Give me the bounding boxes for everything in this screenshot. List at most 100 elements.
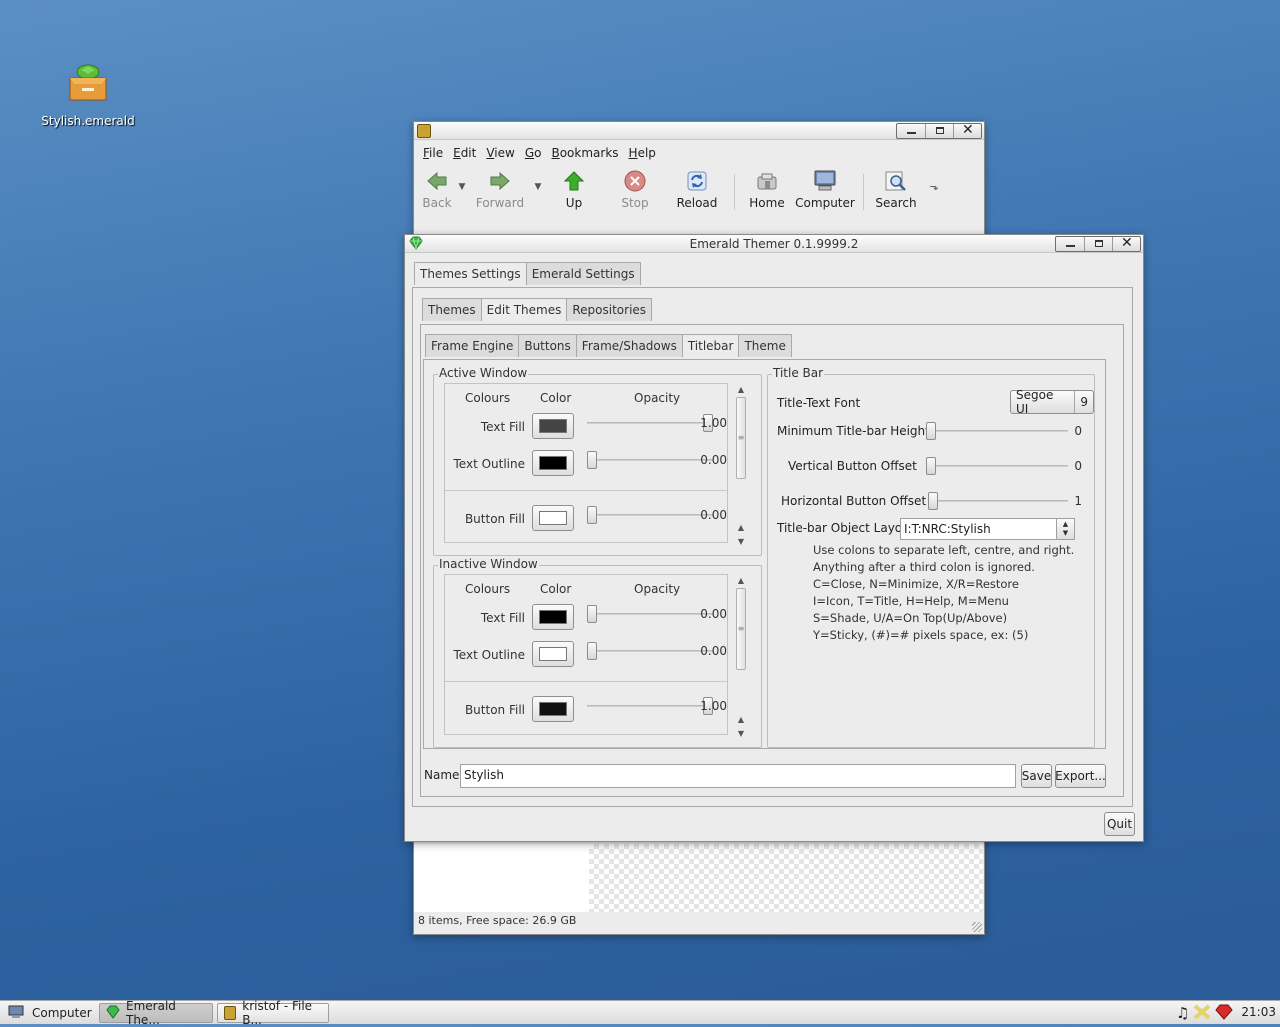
tab-theme[interactable]: Theme xyxy=(738,334,792,357)
ruby-gem-icon[interactable] xyxy=(1215,1004,1234,1023)
slider-knob[interactable] xyxy=(587,451,597,469)
computer-menu-button[interactable]: Computer xyxy=(2,1003,98,1023)
active-window-scrollbar[interactable]: ▲ ▲ ▼ xyxy=(734,383,748,546)
menu-go[interactable]: Go xyxy=(520,146,547,166)
tab-frame-shadows[interactable]: Frame/Shadows xyxy=(575,334,683,357)
slider-knob[interactable] xyxy=(587,605,597,623)
minimize-button[interactable] xyxy=(897,124,925,138)
horizontal-button-offset-slider[interactable] xyxy=(928,491,1068,511)
opacity-value: 1.00 xyxy=(700,416,727,430)
file-browser-content[interactable] xyxy=(589,844,983,912)
maximize-button[interactable] xyxy=(1084,237,1112,251)
music-note-icon[interactable]: ♫ xyxy=(1176,1004,1189,1022)
maximize-button[interactable] xyxy=(925,124,953,138)
title-font-button[interactable]: Segoe UI 9 xyxy=(1010,388,1094,416)
task-label: Emerald The... xyxy=(126,999,176,1027)
button-fill-color-button[interactable] xyxy=(532,505,574,531)
text-outline-opacity-slider[interactable] xyxy=(587,641,713,661)
close-button[interactable]: ✕ xyxy=(953,122,981,138)
row-label: Button Fill xyxy=(464,703,525,717)
toolbar-overflow-icon[interactable]: ⬎ xyxy=(922,170,946,193)
title-text-font-label: Title-Text Font xyxy=(777,396,861,410)
computer-button[interactable]: Computer xyxy=(793,170,857,210)
back-button[interactable]: Back xyxy=(418,170,456,210)
text-outline-color-button[interactable] xyxy=(532,641,574,667)
minimize-button[interactable] xyxy=(1056,237,1084,251)
file-browser-titlebar[interactable]: ✕ xyxy=(414,122,984,140)
active-window-group: Active Window Colours Color Opacity Text… xyxy=(433,366,762,556)
min-titlebar-height-slider[interactable] xyxy=(926,421,1068,441)
button-fill-color-button[interactable] xyxy=(532,696,574,722)
stop-button[interactable]: Stop xyxy=(604,170,666,210)
button-fill-opacity-slider[interactable] xyxy=(587,505,713,525)
row-label: Button Fill xyxy=(464,512,525,526)
text-outline-opacity-slider[interactable] xyxy=(587,450,713,470)
tab-emerald-settings[interactable]: Emerald Settings xyxy=(525,262,641,285)
text-fill-color-button[interactable] xyxy=(532,413,574,439)
search-button[interactable]: Search xyxy=(870,170,922,210)
text-fill-opacity-slider[interactable] xyxy=(587,413,713,433)
up-button[interactable]: Up xyxy=(544,170,604,210)
menu-file[interactable]: File xyxy=(418,146,448,166)
quit-button[interactable]: Quit xyxy=(1104,812,1135,836)
forward-button[interactable]: Forward xyxy=(468,170,532,210)
button-fill-opacity-slider[interactable] xyxy=(587,696,713,716)
save-button[interactable]: Save xyxy=(1021,764,1052,788)
emerald-gem-icon xyxy=(106,1005,120,1022)
task-emerald-themer[interactable]: Emerald The... xyxy=(99,999,213,1027)
emerald-window-title: Emerald Themer 0.1.9999.2 xyxy=(689,237,859,251)
desktop-icon-stylish-emerald[interactable]: Stylish.emerald xyxy=(40,60,136,128)
close-button[interactable]: ✕ xyxy=(1112,235,1140,251)
reload-button[interactable]: Reload xyxy=(666,170,728,210)
task-file-browser[interactable]: kristof - File B... xyxy=(217,999,329,1027)
help-line: I=Icon, T=Title, H=Help, M=Menu xyxy=(813,594,1009,608)
titlebar-object-layout-input[interactable]: I:T:NRC:Stylish xyxy=(900,518,1057,540)
tab-titlebar[interactable]: Titlebar xyxy=(681,334,740,357)
color-swatch xyxy=(539,511,567,525)
menu-bookmarks[interactable]: Bookmarks xyxy=(546,146,623,166)
tab-frame-engine[interactable]: Frame Engine xyxy=(425,334,520,357)
scroll-up-icon[interactable]: ▲ xyxy=(734,574,748,588)
menu-view[interactable]: View xyxy=(481,146,519,166)
scroll-thumb[interactable] xyxy=(736,397,746,479)
scroll-down-icon[interactable]: ▼ xyxy=(734,535,748,549)
text-fill-opacity-slider[interactable] xyxy=(587,604,713,624)
slider-knob[interactable] xyxy=(587,642,597,660)
scroll-up-icon[interactable]: ▲ xyxy=(734,521,748,535)
slider-knob[interactable] xyxy=(928,492,938,510)
scroll-thumb[interactable] xyxy=(736,588,746,670)
help-line: S=Shade, U/A=On Top(Up/Above) xyxy=(813,611,1008,625)
compiz-icon[interactable] xyxy=(1193,1003,1211,1023)
titlebar-object-layout-label: Title-bar Object Layout xyxy=(777,521,915,535)
row-label: Text Fill xyxy=(480,420,525,434)
row-label: Text Outline xyxy=(453,457,526,471)
export-button[interactable]: Export... xyxy=(1055,764,1106,788)
resize-grip-icon[interactable] xyxy=(972,922,982,932)
text-fill-color-button[interactable] xyxy=(532,604,574,630)
slider-knob[interactable] xyxy=(926,422,936,440)
scroll-up-icon[interactable]: ▲ xyxy=(734,713,748,727)
forward-history-dropdown-icon[interactable]: ▼ xyxy=(532,170,544,192)
titlebar-panel: Active Window Colours Color Opacity Text… xyxy=(423,359,1106,749)
slider-knob[interactable] xyxy=(926,457,936,475)
menu-help[interactable]: Help xyxy=(624,146,661,166)
scroll-down-icon[interactable]: ▼ xyxy=(734,727,748,741)
menu-edit[interactable]: Edit xyxy=(448,146,481,166)
text-outline-color-button[interactable] xyxy=(532,450,574,476)
slider-knob[interactable] xyxy=(587,506,597,524)
tab-themes[interactable]: Themes xyxy=(422,298,482,321)
tab-themes-settings[interactable]: Themes Settings xyxy=(414,262,527,285)
home-button[interactable]: Home xyxy=(741,170,793,210)
tab-edit-themes[interactable]: Edit Themes xyxy=(480,298,568,321)
back-history-dropdown-icon[interactable]: ▼ xyxy=(456,170,468,192)
inactive-window-scrollbar[interactable]: ▲ ▲ ▼ xyxy=(734,574,748,738)
stop-label: Stop xyxy=(621,196,649,210)
file-browser-status: 8 items, Free space: 26.9 GB xyxy=(418,914,577,927)
scroll-up-icon[interactable]: ▲ xyxy=(734,383,748,397)
vertical-button-offset-slider[interactable] xyxy=(926,456,1068,476)
emerald-titlebar[interactable]: Emerald Themer 0.1.9999.2 ✕ xyxy=(405,235,1143,253)
layout-spin-icon[interactable]: ▲ ▼ xyxy=(1057,518,1075,540)
theme-name-input[interactable]: Stylish xyxy=(460,764,1016,788)
tab-buttons[interactable]: Buttons xyxy=(518,334,577,357)
tab-repositories[interactable]: Repositories xyxy=(566,298,653,321)
